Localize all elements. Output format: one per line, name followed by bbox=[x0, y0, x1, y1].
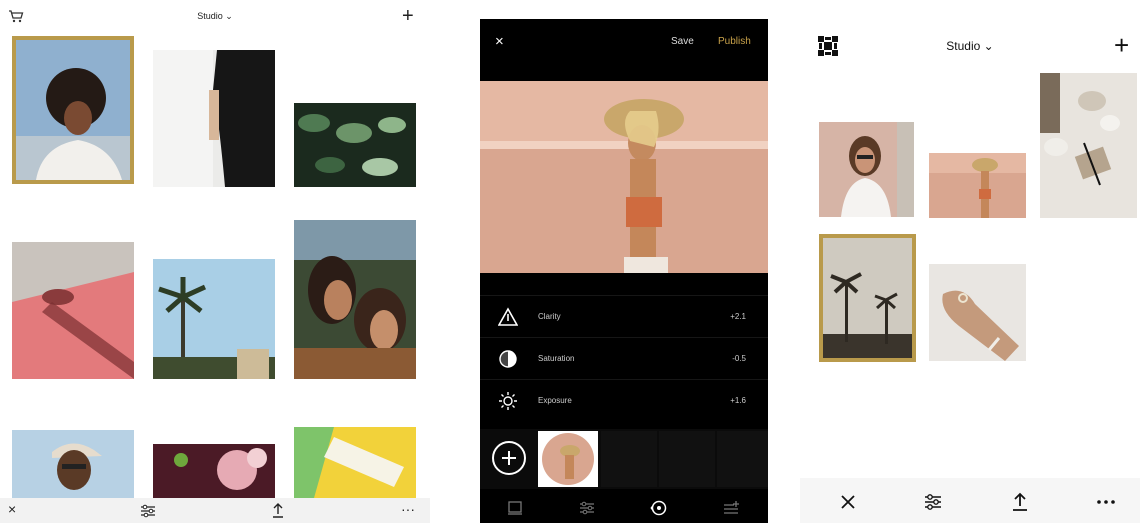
photo-slot-empty[interactable] bbox=[601, 431, 657, 487]
photo-tile-palm-silhouette[interactable] bbox=[819, 234, 916, 362]
studio-grid-screen: Studio ⌄ + × ··· bbox=[0, 0, 430, 523]
photo-image bbox=[929, 264, 1026, 361]
adjustment-value: -0.5 bbox=[732, 354, 746, 363]
bottom-toolbar: × ··· bbox=[0, 498, 430, 523]
photo-image bbox=[12, 430, 134, 498]
photo-image bbox=[153, 444, 275, 498]
clarity-triangle-icon bbox=[498, 307, 518, 326]
share-icon[interactable] bbox=[272, 502, 284, 518]
publish-button[interactable]: Publish bbox=[718, 36, 751, 47]
photo-strip bbox=[480, 429, 768, 489]
studio-title: Studio bbox=[946, 39, 981, 53]
photo-slot-empty[interactable] bbox=[659, 431, 715, 487]
photo-image bbox=[294, 427, 416, 498]
studio-title: Studio bbox=[197, 11, 223, 21]
studio-dropdown[interactable]: Studio ⌄ bbox=[800, 39, 1140, 53]
photo-tile-green-plants[interactable] bbox=[294, 103, 416, 187]
photo-tile-black-dress[interactable] bbox=[153, 50, 275, 187]
close-icon[interactable]: × bbox=[8, 501, 16, 517]
studio-dropdown[interactable]: Studio ⌄ bbox=[0, 11, 430, 22]
photo-tile-man-cap[interactable] bbox=[12, 430, 134, 498]
plus-icon[interactable]: + bbox=[402, 6, 414, 26]
add-photo-button[interactable] bbox=[492, 441, 526, 475]
adjustment-row-exposure[interactable]: Exposure +1.6 bbox=[480, 379, 768, 421]
chevron-down-icon: ⌄ bbox=[983, 39, 994, 53]
photo-image bbox=[294, 103, 416, 187]
saturation-circle-icon bbox=[499, 350, 517, 368]
edit-photo-preview bbox=[480, 81, 768, 273]
close-icon[interactable]: × bbox=[495, 33, 504, 50]
save-button[interactable]: Save bbox=[671, 36, 694, 47]
photo-image bbox=[929, 153, 1026, 218]
plus-icon[interactable]: + bbox=[1114, 32, 1129, 58]
studio-collage-screen: Studio ⌄ + bbox=[800, 0, 1140, 523]
photo-image bbox=[538, 431, 598, 487]
photo-image bbox=[16, 40, 130, 180]
sliders-icon[interactable] bbox=[923, 492, 943, 512]
close-icon[interactable] bbox=[838, 492, 858, 512]
photo-tile-flowers[interactable] bbox=[153, 444, 275, 498]
history-icon[interactable] bbox=[650, 499, 668, 517]
adjustment-label: Clarity bbox=[538, 312, 561, 321]
photo-image bbox=[294, 220, 416, 379]
photo-tile-yellow-chair[interactable] bbox=[294, 427, 416, 498]
share-icon[interactable] bbox=[1010, 492, 1030, 512]
photo-image bbox=[153, 50, 275, 187]
edit-list-icon[interactable] bbox=[722, 499, 740, 517]
sliders-icon[interactable] bbox=[140, 504, 156, 518]
adjustment-value: +2.1 bbox=[730, 312, 746, 321]
photo-image bbox=[1040, 73, 1137, 218]
sliders-icon[interactable] bbox=[578, 499, 596, 517]
photo-thumbnail-selected[interactable] bbox=[538, 431, 598, 487]
bottom-toolbar bbox=[800, 478, 1140, 523]
more-icon[interactable] bbox=[1096, 492, 1116, 512]
chevron-down-icon: ⌄ bbox=[225, 11, 233, 21]
photo-tile-pink-court[interactable] bbox=[12, 242, 134, 379]
photo-image bbox=[823, 238, 912, 358]
adjustment-row-saturation[interactable]: Saturation -0.5 bbox=[480, 337, 768, 379]
presets-icon[interactable] bbox=[506, 499, 524, 517]
photo-tile-palm-tree[interactable] bbox=[153, 259, 275, 379]
photo-tile-shells[interactable] bbox=[1040, 73, 1137, 218]
photo-tile-hat-woman[interactable] bbox=[929, 153, 1026, 218]
top-bar: Studio ⌄ + bbox=[0, 4, 430, 28]
photo-tile-hand-ring[interactable] bbox=[929, 264, 1026, 361]
adjustment-value: +1.6 bbox=[730, 396, 746, 405]
adjustment-label: Exposure bbox=[538, 396, 572, 405]
photo-tile-portrait-afro[interactable] bbox=[12, 36, 134, 184]
photo-slot-empty[interactable] bbox=[717, 431, 768, 487]
photo-image bbox=[153, 259, 275, 379]
more-icon[interactable]: ··· bbox=[401, 501, 415, 517]
photo-image bbox=[819, 122, 914, 217]
edit-toolbar bbox=[480, 493, 768, 523]
photo-tile-two-women[interactable] bbox=[294, 220, 416, 379]
exposure-sun-icon bbox=[499, 392, 517, 410]
adjustment-row-clarity[interactable]: Clarity +2.1 bbox=[480, 295, 768, 337]
edit-screen: × Save Publish Clarity +2.1 Saturation -… bbox=[480, 19, 768, 523]
photo-tile-woman-sunglasses[interactable] bbox=[819, 122, 914, 217]
photo-image bbox=[12, 242, 134, 379]
adjustment-label: Saturation bbox=[538, 354, 575, 363]
